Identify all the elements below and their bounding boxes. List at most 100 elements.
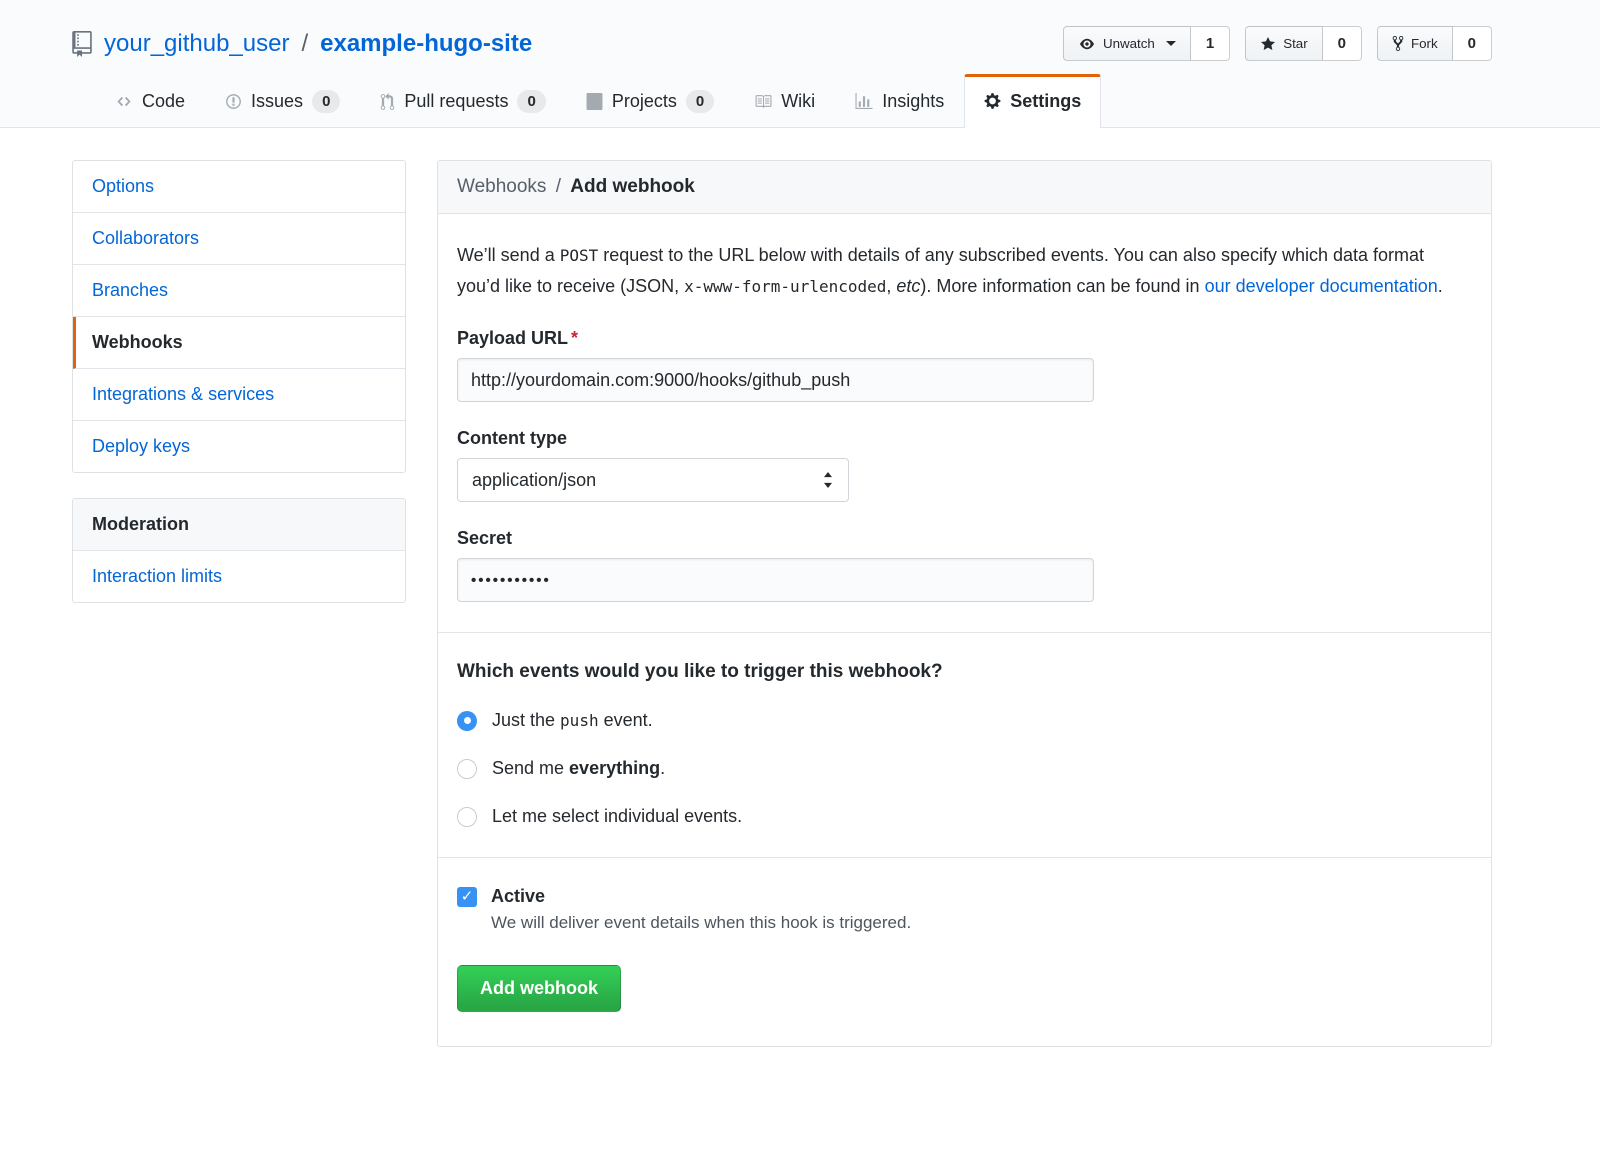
unwatch-button[interactable]: Unwatch <box>1063 26 1191 61</box>
tab-projects-label: Projects <box>612 91 677 112</box>
secret-input[interactable] <box>457 558 1094 602</box>
fork-button[interactable]: Fork <box>1377 26 1453 61</box>
active-label: Active <box>491 886 545 907</box>
post-code: POST <box>560 246 599 265</box>
events-heading: Which events would you like to trigger t… <box>457 661 1472 683</box>
secret-label: Secret <box>457 528 1472 549</box>
project-icon <box>586 93 603 110</box>
sidebar-item-webhooks[interactable]: Webhooks <box>73 317 405 369</box>
star-icon <box>1260 36 1276 52</box>
etc-italic: etc <box>896 276 920 296</box>
repo-nav-tabs: Code Issues 0 Pull requests 0 <box>95 73 1492 127</box>
fork-icon <box>1392 35 1404 52</box>
settings-menu: Options Collaborators Branches Webhooks … <box>72 160 406 473</box>
repo-title: your_github_user / example-hugo-site <box>70 30 532 58</box>
sidebar-item-integrations-services[interactable]: Integrations & services <box>73 369 405 421</box>
projects-counter: 0 <box>686 90 714 113</box>
section-divider <box>438 632 1491 633</box>
tab-insights[interactable]: Insights <box>835 74 964 128</box>
breadcrumb-separator: / <box>556 176 561 197</box>
option-text: event. <box>599 710 653 730</box>
radio-everything-label: Send me everything. <box>492 758 665 779</box>
option-text: Send me <box>492 758 569 778</box>
sidebar-item-collaborators[interactable]: Collaborators <box>73 213 405 265</box>
content-type-group: Content type application/json <box>457 428 1472 502</box>
sidebar-item-options[interactable]: Options <box>73 161 405 213</box>
section-divider <box>438 857 1491 858</box>
tab-code-label: Code <box>142 91 185 112</box>
option-text: . <box>660 758 665 778</box>
developer-documentation-link[interactable]: our developer documentation <box>1205 276 1438 296</box>
everything-bold: everything <box>569 758 660 778</box>
star-button[interactable]: Star <box>1245 26 1322 61</box>
secret-group: Secret <box>457 528 1472 602</box>
fork-group: Fork 0 <box>1377 26 1492 61</box>
active-description: We will deliver event details when this … <box>491 913 1472 933</box>
radio-unselected-icon[interactable] <box>457 759 477 779</box>
sidebar-item-branches[interactable]: Branches <box>73 265 405 317</box>
stars-count[interactable]: 0 <box>1323 26 1362 61</box>
content-type-label: Content type <box>457 428 1472 449</box>
radio-individual-label: Let me select individual events. <box>492 806 742 827</box>
active-checkbox[interactable]: ✓ <box>457 887 477 907</box>
tab-pull-requests[interactable]: Pull requests 0 <box>360 74 565 128</box>
tab-issues[interactable]: Issues 0 <box>205 74 360 128</box>
settings-content: Options Collaborators Branches Webhooks … <box>0 128 1600 1087</box>
radio-selected-icon[interactable] <box>457 711 477 731</box>
tab-issues-label: Issues <box>251 91 303 112</box>
star-label: Star <box>1283 36 1307 51</box>
webhook-description: We’ll send a POST request to the URL bel… <box>457 240 1472 302</box>
option-text: Just the <box>492 710 560 730</box>
repo-title-separator: / <box>301 30 308 58</box>
pull-requests-counter: 0 <box>517 90 545 113</box>
tab-insights-label: Insights <box>882 91 944 112</box>
unwatch-label: Unwatch <box>1103 36 1155 51</box>
required-asterisk: * <box>571 328 578 348</box>
tab-settings-label: Settings <box>1010 91 1081 112</box>
moderation-menu: Moderation Interaction limits <box>72 498 406 603</box>
tab-code[interactable]: Code <box>95 74 205 128</box>
active-checkbox-row[interactable]: ✓ Active <box>457 886 1472 907</box>
watchers-count[interactable]: 1 <box>1191 26 1230 61</box>
payload-url-label-text: Payload URL <box>457 328 568 348</box>
tab-projects[interactable]: Projects 0 <box>566 74 734 128</box>
page-title: Add webhook <box>570 176 695 197</box>
tab-wiki-label: Wiki <box>781 91 815 112</box>
description-text: ). More information can be found in <box>920 276 1204 296</box>
radio-unselected-icon[interactable] <box>457 807 477 827</box>
book-icon <box>754 93 772 110</box>
fork-label: Fork <box>1411 36 1438 51</box>
issues-counter: 0 <box>312 90 340 113</box>
content-type-select[interactable]: application/json <box>457 458 849 502</box>
payload-url-label: Payload URL* <box>457 328 1472 349</box>
issue-opened-icon <box>225 93 242 110</box>
push-code: push <box>560 711 599 730</box>
caret-down-icon <box>1166 41 1176 46</box>
description-text: We’ll send a <box>457 245 560 265</box>
radio-just-push-label: Just the push event. <box>492 710 653 731</box>
radio-option-everything[interactable]: Send me everything. <box>457 758 1472 779</box>
graph-icon <box>855 93 873 110</box>
github-repo-settings-page: your_github_user / example-hugo-site Unw… <box>0 0 1600 1087</box>
repo-owner-link[interactable]: your_github_user <box>104 30 289 58</box>
radio-option-individual-events[interactable]: Let me select individual events. <box>457 806 1472 827</box>
repo-header: your_github_user / example-hugo-site Unw… <box>0 0 1600 128</box>
add-webhook-panel: Webhooks / Add webhook We’ll send a POST… <box>437 160 1492 1047</box>
content-type-value: application/json <box>472 470 596 491</box>
sidebar-item-interaction-limits[interactable]: Interaction limits <box>73 551 405 602</box>
radio-option-just-push[interactable]: Just the push event. <box>457 710 1472 731</box>
tab-settings[interactable]: Settings <box>964 74 1101 128</box>
repo-icon <box>70 31 94 57</box>
add-webhook-button[interactable]: Add webhook <box>457 965 621 1012</box>
moderation-header: Moderation <box>73 499 405 551</box>
breadcrumb-webhooks-link[interactable]: Webhooks <box>457 176 546 197</box>
repo-name-link[interactable]: example-hugo-site <box>320 30 532 58</box>
payload-url-input[interactable] <box>457 358 1094 402</box>
sidebar-item-deploy-keys[interactable]: Deploy keys <box>73 421 405 472</box>
code-icon <box>115 94 133 109</box>
breadcrumb: Webhooks / Add webhook <box>438 161 1491 214</box>
urlencoded-code: x-www-form-urlencoded <box>684 277 886 296</box>
watch-group: Unwatch 1 <box>1063 26 1230 61</box>
forks-count[interactable]: 0 <box>1453 26 1492 61</box>
tab-wiki[interactable]: Wiki <box>734 74 835 128</box>
